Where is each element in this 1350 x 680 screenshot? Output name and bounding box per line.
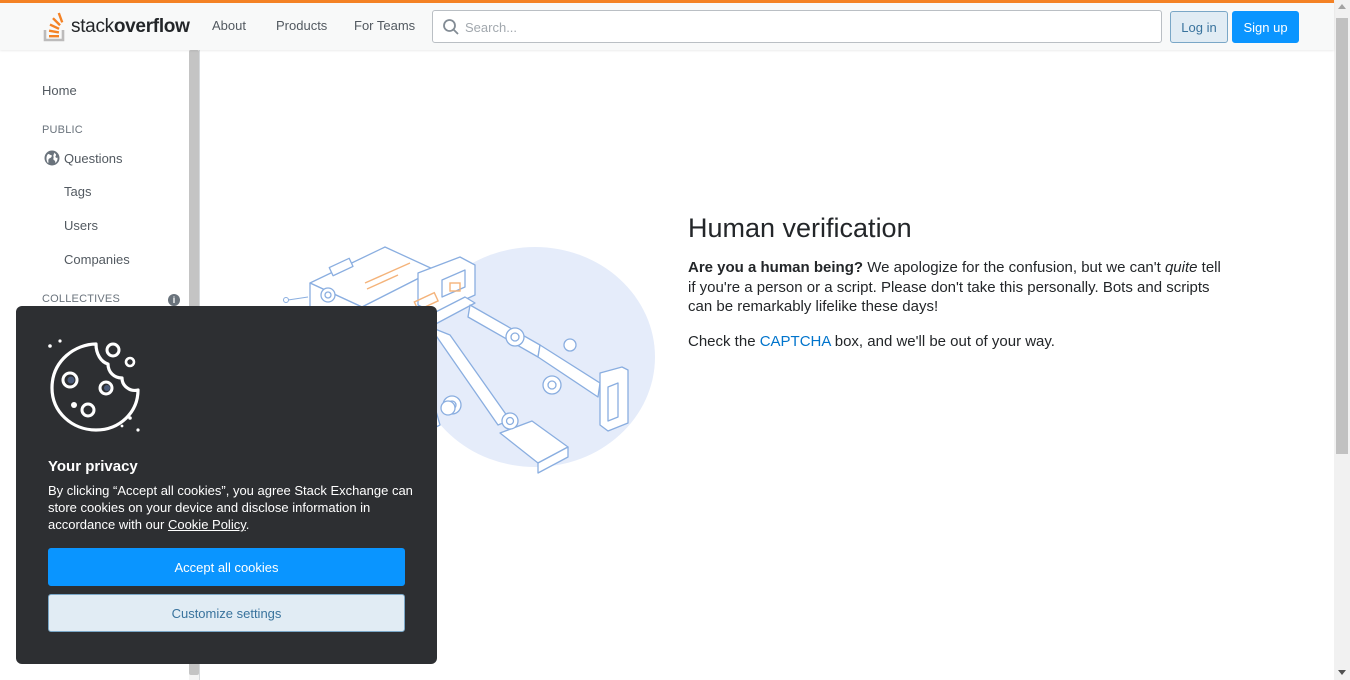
cookie-banner-title: Your privacy <box>48 458 138 475</box>
page-scrollbar[interactable] <box>1334 0 1350 680</box>
cookie-icon <box>48 339 140 432</box>
sidebar-item-users[interactable]: Users <box>64 218 98 233</box>
sidebar-item-tags[interactable]: Tags <box>64 184 91 199</box>
customize-settings-button[interactable]: Customize settings <box>48 594 405 632</box>
search-input[interactable] <box>465 17 1145 37</box>
sidebar-item-home[interactable]: Home <box>42 83 77 98</box>
sidebar-heading-collectives: COLLECTIVES <box>42 293 121 305</box>
captcha-instruction: Check the CAPTCHA box, and we'll be out … <box>688 333 1055 350</box>
sidebar-item-companies[interactable]: Companies <box>64 252 130 267</box>
stackoverflow-logo[interactable]: stackoverflow <box>42 10 192 44</box>
info-icon[interactable]: i <box>168 294 180 306</box>
page-scrollbar-thumb[interactable] <box>1336 18 1348 454</box>
stackoverflow-logo-icon <box>43 12 65 42</box>
logo-text: stackoverflow <box>71 16 190 37</box>
verification-intro: Are you a human being? We apologize for … <box>688 259 1221 315</box>
search-box[interactable] <box>432 10 1162 43</box>
top-bar: stackoverflow About Products For Teams L… <box>0 0 1334 50</box>
nav-for-teams[interactable]: For Teams <box>350 16 419 35</box>
cookie-banner-text: By clicking “Accept all cookies”, you ag… <box>48 483 413 532</box>
sidebar-item-questions[interactable]: Questions <box>64 151 123 166</box>
scroll-down-arrow-icon[interactable] <box>1338 670 1346 675</box>
scroll-up-arrow-icon[interactable] <box>1338 4 1346 9</box>
page-title: Human verification <box>688 213 912 243</box>
cookie-banner: Your privacy By clicking “Accept all coo… <box>16 306 437 664</box>
cookie-policy-link[interactable]: Cookie Policy <box>168 517 246 532</box>
nav-about[interactable]: About <box>208 16 250 35</box>
login-button[interactable]: Log in <box>1170 11 1228 43</box>
sidebar-heading-public: PUBLIC <box>42 124 83 136</box>
search-icon <box>443 19 459 35</box>
nav-products[interactable]: Products <box>272 16 331 35</box>
captcha-link[interactable]: CAPTCHA <box>760 333 831 350</box>
signup-button[interactable]: Sign up <box>1232 11 1299 43</box>
globe-icon <box>44 150 60 166</box>
accept-all-cookies-button[interactable]: Accept all cookies <box>48 548 405 586</box>
